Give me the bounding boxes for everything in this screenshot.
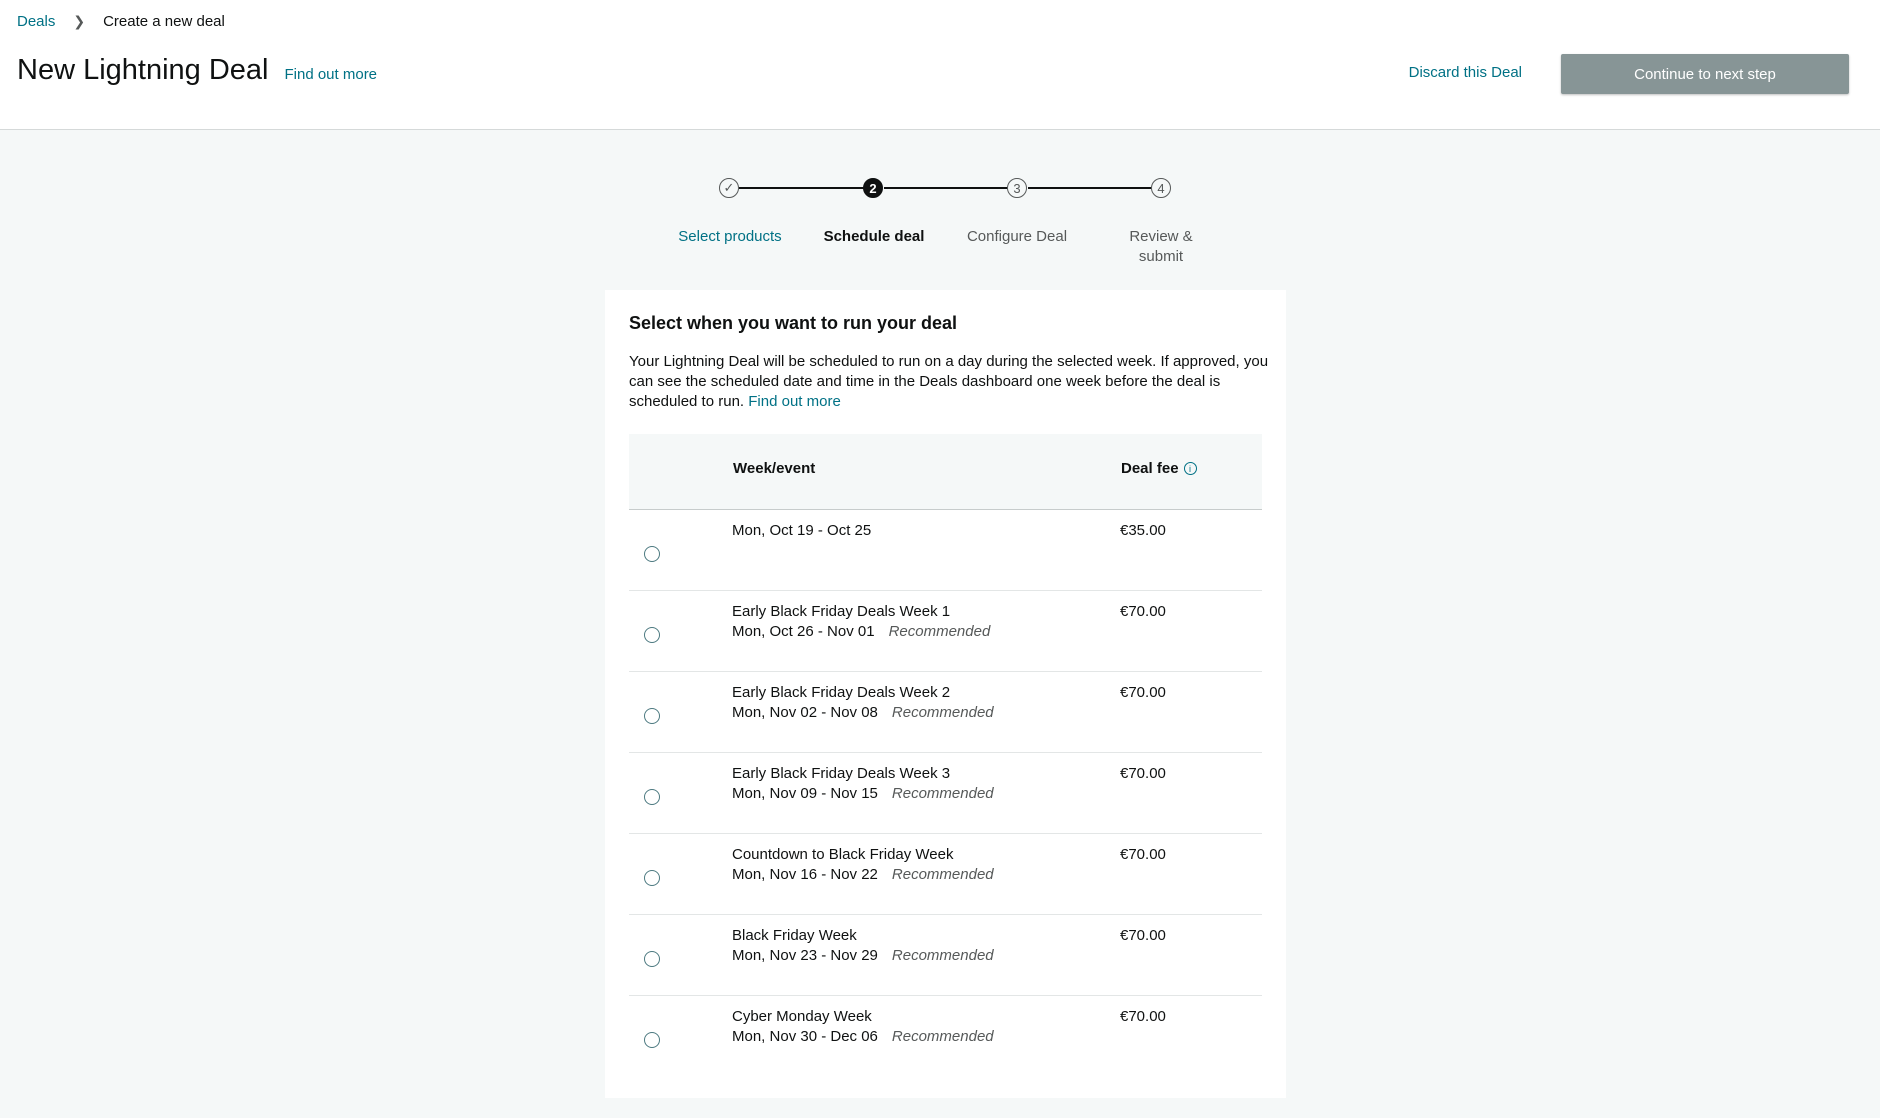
table-row[interactable]: Mon, Oct 19 - Oct 25 €35.00 (629, 510, 1262, 591)
step-schedule-deal: Schedule deal (823, 228, 925, 245)
event-name: Early Black Friday Deals Week 1 (732, 603, 951, 620)
week-dates: Mon, Oct 26 - Nov 01 (732, 623, 875, 640)
week-dates: Mon, Nov 16 - Nov 22 (732, 866, 878, 883)
deal-fee-label: Deal fee (1121, 460, 1179, 477)
week-dates: Mon, Oct 19 - Oct 25 (732, 522, 872, 539)
card-description: Your Lightning Deal will be scheduled to… (629, 352, 1269, 412)
breadcrumb-current: Create a new deal (103, 13, 225, 30)
table-row[interactable]: Early Black Friday Deals Week 2 Mon, Nov… (629, 672, 1262, 753)
week-radio[interactable] (644, 1032, 660, 1048)
step-3-marker: 3 (1007, 178, 1027, 198)
recommended-tag: Recommended (891, 1028, 994, 1045)
recommended-tag: Recommended (888, 623, 991, 640)
deal-fee: €70.00 (1120, 927, 1166, 944)
week-dates: Mon, Nov 09 - Nov 15 (732, 785, 878, 802)
week-table: Week/event Deal fee i Mon, Oct 19 - Oct … (629, 434, 1262, 1077)
week-radio[interactable] (644, 951, 660, 967)
find-out-more-link[interactable]: Find out more (284, 66, 377, 83)
schedule-card: Select when you want to run your deal Yo… (605, 290, 1286, 1098)
card-heading: Select when you want to run your deal (629, 313, 958, 333)
week-dates: Mon, Nov 30 - Dec 06 (732, 1028, 878, 1045)
week-radio[interactable] (644, 789, 660, 805)
chevron-right-icon: ❯ (73, 13, 86, 29)
deal-fee: €70.00 (1120, 603, 1166, 620)
check-icon: ✓ (719, 178, 739, 198)
stepper-line (884, 187, 1008, 189)
week-radio[interactable] (644, 627, 660, 643)
week-dates: Mon, Nov 23 - Nov 29 (732, 947, 878, 964)
deal-fee: €70.00 (1120, 1008, 1166, 1025)
breadcrumb: Deals ❯ Create a new deal (17, 13, 225, 30)
step-2-marker: 2 (863, 178, 883, 198)
week-radio[interactable] (644, 546, 660, 562)
week-dates: Mon, Nov 02 - Nov 08 (732, 704, 878, 721)
column-week-event: Week/event (733, 460, 816, 477)
table-row[interactable]: Countdown to Black Friday Week Mon, Nov … (629, 834, 1262, 915)
deal-fee: €70.00 (1120, 765, 1166, 782)
step-4-marker: 4 (1151, 178, 1171, 198)
table-row[interactable]: Early Black Friday Deals Week 3 Mon, Nov… (629, 753, 1262, 834)
event-name: Countdown to Black Friday Week (732, 846, 954, 863)
deal-fee: €70.00 (1120, 684, 1166, 701)
event-name: Black Friday Week (732, 927, 857, 944)
column-deal-fee: Deal fee i (1121, 460, 1197, 477)
stepper-line (1028, 187, 1152, 189)
description-text: Your Lightning Deal will be scheduled to… (629, 353, 1269, 410)
recommended-tag: Recommended (891, 947, 994, 964)
page-title: New Lightning Deal (17, 54, 269, 86)
step-select-products[interactable]: Select products (660, 227, 800, 247)
step-review-submit: Review & submit (1129, 228, 1193, 265)
table-row[interactable]: Cyber Monday Week Mon, Nov 30 - Dec 06 Re… (629, 996, 1262, 1077)
breadcrumb-deals-link[interactable]: Deals (17, 13, 55, 30)
week-radio[interactable] (644, 870, 660, 886)
recommended-tag: Recommended (891, 785, 994, 802)
deal-fee: €70.00 (1120, 846, 1166, 863)
event-name: Early Black Friday Deals Week 3 (732, 765, 951, 782)
recommended-tag: Recommended (891, 866, 994, 883)
week-radio[interactable] (644, 708, 660, 724)
info-icon[interactable]: i (1183, 462, 1197, 475)
table-row[interactable]: Early Black Friday Deals Week 1 Mon, Oct… (629, 591, 1262, 672)
deal-fee: €35.00 (1120, 522, 1166, 539)
stepper-line (739, 187, 864, 189)
step-configure-deal: Configure Deal (966, 228, 1068, 245)
event-name: Early Black Friday Deals Week 2 (732, 684, 951, 701)
page-header: Deals ❯ Create a new deal New Lightning … (0, 0, 1880, 130)
discard-deal-link[interactable]: Discard this Deal (1409, 64, 1522, 81)
table-header: Week/event Deal fee i (629, 434, 1262, 510)
recommended-tag: Recommended (891, 704, 994, 721)
continue-button[interactable]: Continue to next step (1561, 54, 1849, 94)
event-name: Cyber Monday Week (732, 1008, 872, 1025)
table-row[interactable]: Black Friday Week Mon, Nov 23 - Nov 29 Re… (629, 915, 1262, 996)
card-find-out-more-link[interactable]: Find out more (748, 393, 841, 410)
